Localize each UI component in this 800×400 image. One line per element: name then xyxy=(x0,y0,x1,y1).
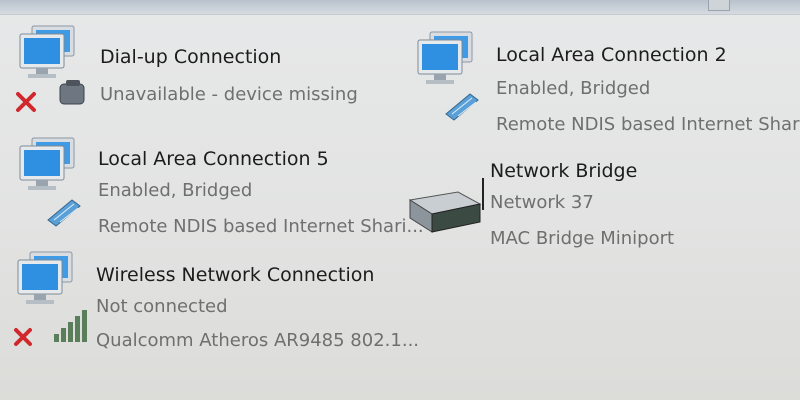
error-x-icon xyxy=(16,92,36,112)
connection-status: Not connected xyxy=(96,296,228,317)
connection-dialup[interactable]: Dial-up Connection Unavailable - device … xyxy=(14,24,374,134)
window-title-bar xyxy=(0,0,800,15)
connection-status: Unavailable - device missing xyxy=(100,84,358,105)
connection-name: Wireless Network Connection xyxy=(96,264,375,286)
connection-network-bridge[interactable]: Network Bridge Network 37 MAC Bridge Min… xyxy=(404,150,764,260)
connection-status: Enabled, Bridged xyxy=(98,180,253,201)
connection-device: Remote NDIS based Internet Shari... xyxy=(496,114,800,135)
connection-device: Remote NDIS based Internet Shari... xyxy=(98,216,424,237)
error-x-icon xyxy=(14,328,32,346)
wireless-computer-icon xyxy=(12,250,92,350)
connection-lan-5[interactable]: Local Area Connection 5 Enabled, Bridged… xyxy=(14,136,424,246)
ethernet-computer-icon xyxy=(14,136,94,236)
network-bridge-icon xyxy=(404,150,484,250)
connection-name: Network Bridge xyxy=(490,160,638,182)
window-control-icon[interactable] xyxy=(708,0,730,11)
ethernet-computer-icon xyxy=(412,30,492,130)
connection-status: Network 37 xyxy=(490,192,594,213)
connection-name: Local Area Connection 2 xyxy=(496,44,727,66)
connection-lan-2[interactable]: Local Area Connection 2 Enabled, Bridged… xyxy=(412,30,800,140)
connection-wireless[interactable]: Wireless Network Connection Not connecte… xyxy=(12,250,419,360)
dialup-computer-icon xyxy=(14,24,94,124)
connection-status: Enabled, Bridged xyxy=(496,78,651,99)
connection-device: MAC Bridge Miniport xyxy=(490,228,675,249)
connection-name: Local Area Connection 5 xyxy=(98,148,329,170)
connection-device: Qualcomm Atheros AR9485 802.1... xyxy=(96,330,420,351)
connection-name: Dial-up Connection xyxy=(100,46,282,68)
